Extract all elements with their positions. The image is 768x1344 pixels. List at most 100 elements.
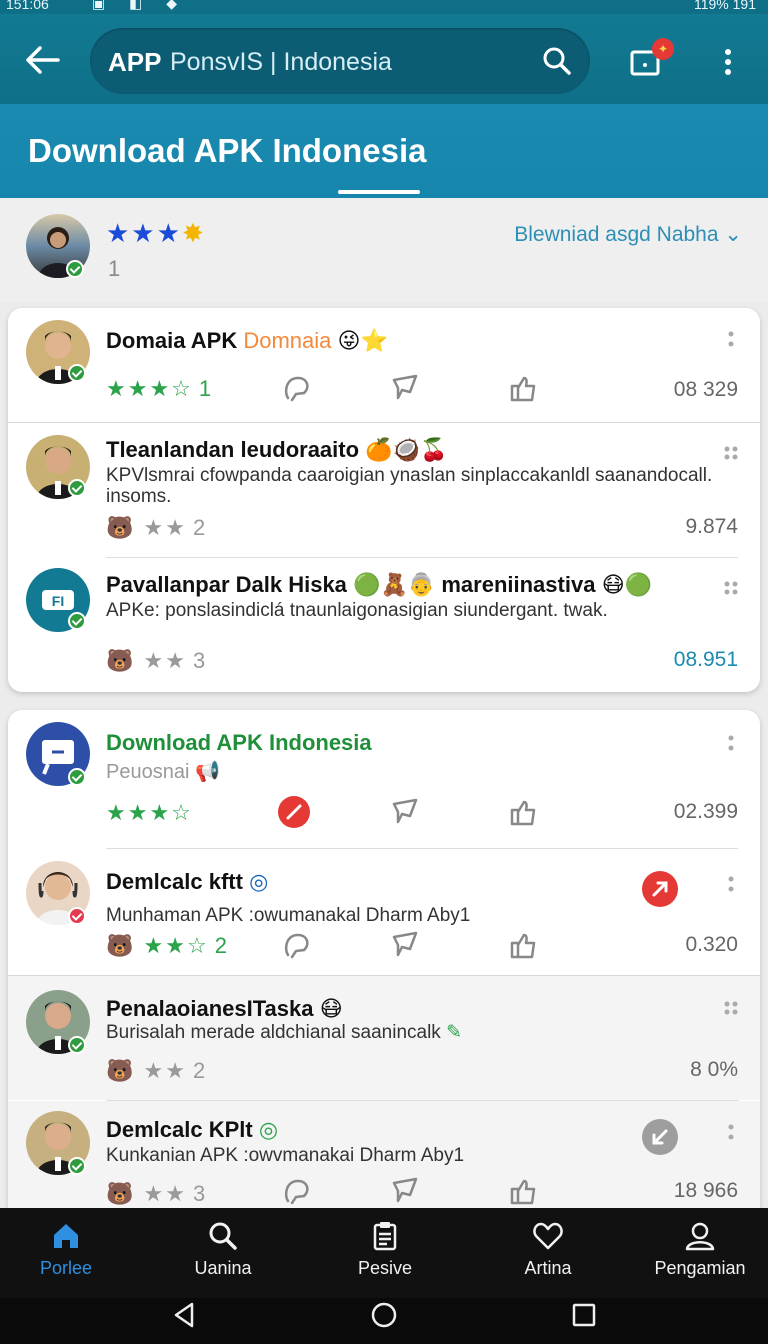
- thumbs-up-icon[interactable]: [508, 1177, 538, 1205]
- badge-emoji-icon: 🐻: [106, 933, 136, 958]
- chevron-down-icon: ⌄: [724, 223, 742, 246]
- search-input[interactable]: PonsvIS | Indonesia: [170, 48, 392, 77]
- more-vert-icon[interactable]: [728, 1123, 734, 1143]
- emoji-icon: 🍊🥥🍒: [365, 437, 448, 462]
- drag-handle-icon[interactable]: [724, 578, 738, 598]
- reply-button[interactable]: [642, 1119, 678, 1155]
- app-bar: APP PonsvIS | Indonesia ✦: [0, 14, 768, 104]
- page-title: Download APK Indonesia: [28, 132, 427, 169]
- item-value: 02.399: [673, 800, 738, 823]
- verified-badge-icon: [68, 1157, 86, 1175]
- verified-badge-icon: [68, 364, 86, 382]
- item-title: Demlcalc KPlt ◎: [106, 1117, 279, 1142]
- nav-item-search[interactable]: Uanina: [163, 1220, 283, 1279]
- status-time: 151:06: [6, 0, 49, 12]
- list-item[interactable]: Demlcalc KPlt ◎ Kunkanian APK :owvmanaka…: [8, 1101, 760, 1208]
- item-title: Domaia APK Domnaia 😜⭐: [106, 328, 388, 353]
- more-vert-icon[interactable]: [728, 330, 734, 350]
- rating-count: 1: [108, 256, 121, 281]
- reply-button[interactable]: [642, 871, 678, 907]
- list-item[interactable]: Tleanlandan leudoraaito 🍊🥥🍒 KPVlsmrai cf…: [8, 423, 760, 557]
- svg-text:FI: FI: [52, 593, 64, 609]
- emoji-icon: 🟢🧸👵: [353, 572, 436, 597]
- item-value: 18 966: [673, 1179, 738, 1202]
- page-header: Download APK Indonesia: [0, 104, 768, 198]
- verified-badge-icon: [68, 768, 86, 786]
- item-title: Tleanlandan leudoraaito 🍊🥥🍒: [106, 437, 448, 462]
- rating-stars: ★★★✸: [106, 218, 206, 248]
- item-value: 0.320: [685, 933, 738, 956]
- more-vert-icon[interactable]: [728, 734, 734, 754]
- item-title: Download APK Indonesia: [106, 730, 372, 755]
- person-icon: [685, 1222, 715, 1251]
- badge-emoji-icon: 🐻: [106, 1058, 136, 1083]
- item-rating: ★★★☆: [106, 800, 193, 825]
- item-description: Munhaman APK :owumanakal Dharm Aby1: [106, 905, 471, 926]
- item-title: Pavallanpar Dalk Hiska 🟢🧸👵 mareniinastiv…: [106, 572, 652, 597]
- emoji-icon: 😷: [319, 996, 343, 1021]
- thumbs-up-icon[interactable]: [508, 931, 538, 959]
- item-rating: 🐻 ★★ 3: [106, 1181, 206, 1206]
- thumbs-up-icon[interactable]: [508, 798, 538, 826]
- sort-dropdown[interactable]: Blewniad asgd Nabha ⌄: [514, 222, 742, 247]
- verified-icon: ◎: [249, 869, 269, 894]
- nav-item-home[interactable]: Porlee: [6, 1220, 126, 1279]
- item-value: 8 0%: [690, 1058, 738, 1081]
- nav-item-list[interactable]: Pesive: [325, 1220, 445, 1279]
- nav-label: Porlee: [39, 1258, 93, 1278]
- nav-item-profile[interactable]: Pengamian: [640, 1220, 760, 1279]
- emoji-icon: 😷🟢: [601, 572, 652, 597]
- more-vert-icon[interactable]: [718, 44, 738, 80]
- share-icon[interactable]: [390, 796, 420, 824]
- pencil-icon: ✎: [446, 1022, 463, 1043]
- verified-icon: ◎: [258, 1117, 279, 1142]
- system-navigation-bar: [0, 1298, 768, 1344]
- verified-badge-icon: [68, 612, 86, 630]
- bottom-navigation: Porlee Uanina Pesive Artina Pengamian: [0, 1208, 768, 1298]
- item-rating: ★★★☆ 1: [106, 376, 212, 401]
- clipboard-icon: [373, 1222, 397, 1251]
- list-item[interactable]: Demlcalc kftt ◎ Munhaman APK :owumanakal…: [8, 849, 760, 975]
- share-icon[interactable]: [390, 372, 420, 400]
- item-value: 08 329: [673, 378, 738, 401]
- back-triangle-icon[interactable]: [170, 1300, 198, 1330]
- comment-icon[interactable]: [282, 374, 312, 402]
- badge-emoji-icon: 🐻: [106, 515, 136, 540]
- search-icon: [209, 1222, 237, 1250]
- comment-icon[interactable]: [282, 1177, 312, 1205]
- emoji-icon: 😜⭐: [337, 328, 388, 353]
- item-description: APKe: ponslasindiclá tnaunlaigonasigian …: [106, 600, 608, 621]
- share-icon[interactable]: [390, 1175, 420, 1203]
- home-circle-icon[interactable]: [369, 1300, 399, 1330]
- list-item[interactable]: FI Pavallanpar Dalk Hiska 🟢🧸👵 mareniinas…: [8, 558, 760, 692]
- nav-label: Pesive: [357, 1258, 413, 1278]
- status-notification-icons: ▣ ◧ ◆: [92, 0, 188, 11]
- share-icon[interactable]: [390, 929, 420, 957]
- status-bar: 151:06 ▣ ◧ ◆ 119% 191: [0, 0, 768, 14]
- recents-square-icon[interactable]: [570, 1300, 598, 1330]
- profile-summary: ★★★✸ 1 Blewniad asgd Nabha ⌄: [0, 198, 768, 302]
- thumbs-up-icon[interactable]: [508, 374, 538, 402]
- badge-emoji-icon: 🐻: [106, 1181, 136, 1206]
- list-item[interactable]: PenalaoianesITaska 😷 Burisalah merade al…: [8, 976, 760, 1100]
- search-icon[interactable]: [542, 46, 572, 76]
- status-battery-signal: 119% 191: [693, 0, 756, 12]
- drag-handle-icon[interactable]: [724, 443, 738, 463]
- item-rating: 🐻 ★★☆ 2: [106, 933, 227, 958]
- back-arrow-icon[interactable]: [22, 44, 62, 76]
- verified-badge-icon: [68, 1036, 86, 1054]
- sort-dropdown-label: Blewniad asgd Nabha: [514, 223, 719, 246]
- nav-label: Pengamian: [654, 1258, 746, 1278]
- block-button[interactable]: [278, 796, 310, 828]
- search-bar[interactable]: APP PonsvIS | Indonesia: [90, 28, 590, 94]
- more-vert-icon[interactable]: [728, 875, 734, 895]
- item-description: Burisalah merade aldchianal saanincalk ✎: [106, 1022, 463, 1043]
- review-card: Download APK Indonesia Peuosnai 📢 ★★★☆ 0…: [8, 710, 760, 1208]
- item-value: 08.951: [673, 648, 738, 671]
- nav-item-favorites[interactable]: Artina: [488, 1220, 608, 1279]
- nav-label: Uanina: [194, 1258, 252, 1278]
- list-item[interactable]: Download APK Indonesia Peuosnai 📢 ★★★☆ 0…: [8, 710, 760, 848]
- drag-handle-icon[interactable]: [724, 998, 738, 1018]
- comment-icon[interactable]: [282, 931, 312, 959]
- list-item[interactable]: Domaia APK Domnaia 😜⭐ ★★★☆ 1 08 329: [8, 308, 760, 422]
